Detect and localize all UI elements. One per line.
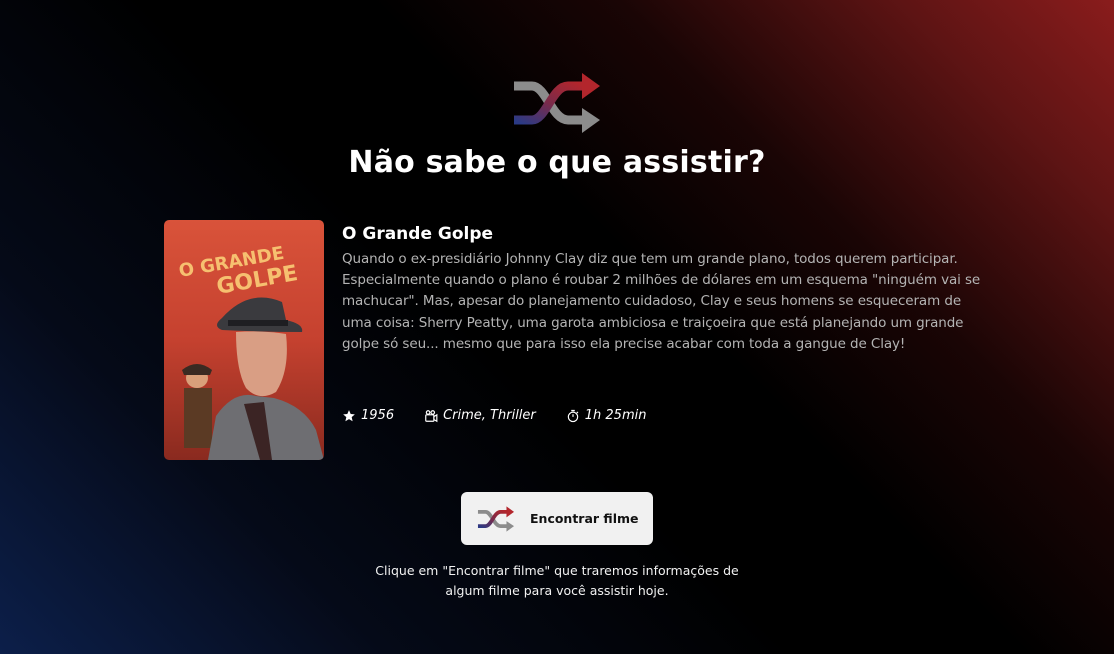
movie-title: O Grande Golpe [342, 224, 494, 244]
movie-synopsis: Quando o ex-presidiário Johnny Clay diz … [342, 251, 981, 352]
year-info: 1956 [342, 408, 394, 423]
shuffle-icon [477, 505, 515, 532]
shuffle-icon [514, 73, 600, 133]
find-movie-button[interactable]: Encontrar filme [461, 492, 653, 545]
stopwatch-icon [567, 409, 579, 422]
movie-duration: 1h 25min [584, 408, 647, 423]
movie-genres: Crime, Thriller [443, 408, 536, 423]
movie-card: O GRANDE GOLPE O Grande Golpe Quando o e… [164, 220, 984, 460]
film-camera-icon [425, 409, 438, 422]
star-icon [343, 409, 355, 421]
movie-meta: 1956 Crime, Thriller 1h 25min [342, 408, 646, 423]
movie-poster: O GRANDE GOLPE [164, 220, 324, 460]
page-title: Não sabe o que assistir? [348, 145, 766, 180]
find-movie-button-label: Encontrar filme [530, 511, 639, 526]
hint-text: Clique em "Encontrar filme" que traremos… [375, 563, 739, 598]
genre-info: Crime, Thriller [424, 408, 536, 423]
duration-info: 1h 25min [566, 408, 647, 423]
movie-year: 1956 [361, 408, 395, 423]
